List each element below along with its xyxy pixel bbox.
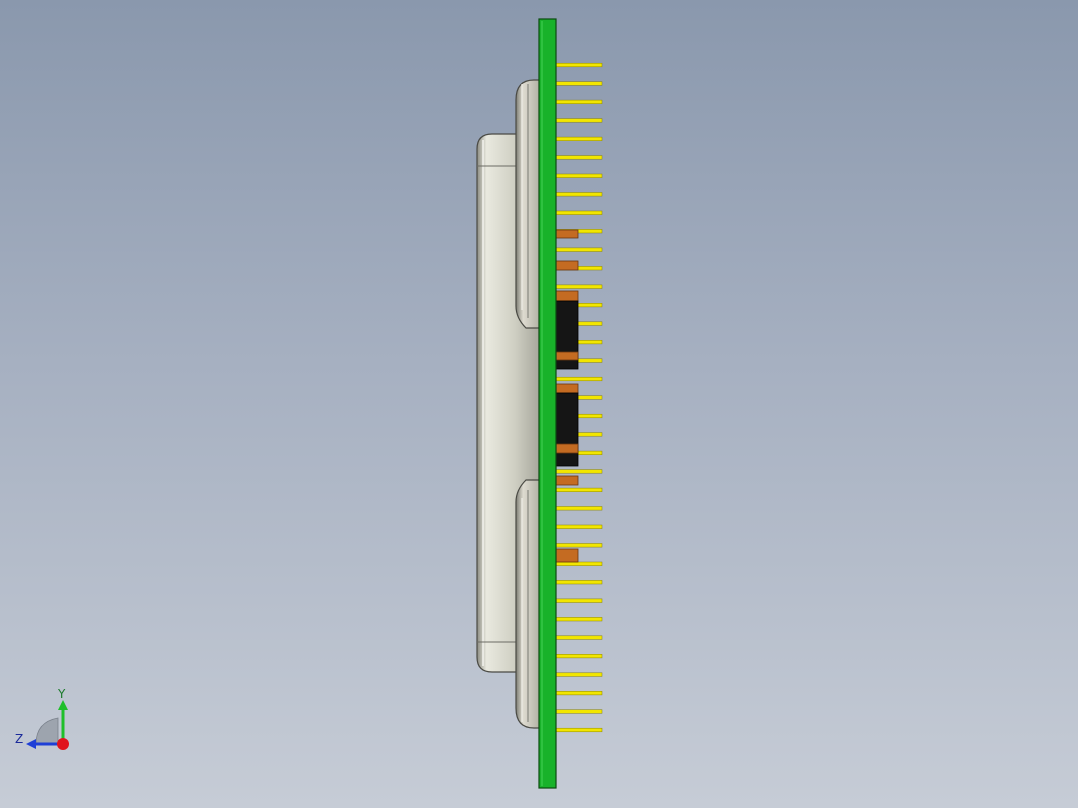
triad-plane-icon xyxy=(35,717,59,745)
header-pin xyxy=(555,99,603,104)
header-pin xyxy=(555,247,603,252)
ic-chip xyxy=(555,392,579,467)
connector-housing xyxy=(476,79,541,729)
y-axis-label: Y xyxy=(57,687,66,701)
header-pin xyxy=(555,62,603,68)
header-pin xyxy=(555,691,603,696)
pcb-board xyxy=(538,18,557,789)
header-pin xyxy=(555,506,603,511)
header-pin xyxy=(555,524,603,529)
header-pin xyxy=(555,136,603,141)
header-pin xyxy=(555,81,603,86)
capacitor xyxy=(555,351,579,361)
header-pin xyxy=(555,654,603,659)
y-arrow-icon xyxy=(58,700,68,710)
z-axis-label: Z xyxy=(15,732,23,746)
header-pin xyxy=(555,469,603,474)
z-arrow-icon xyxy=(26,739,36,749)
smd-components xyxy=(555,229,579,563)
resistor xyxy=(555,475,579,486)
header-pin xyxy=(555,617,603,622)
header-pin xyxy=(555,561,603,566)
capacitor xyxy=(555,443,579,454)
capacitor xyxy=(555,548,579,563)
header-pin xyxy=(555,210,603,215)
capacitor xyxy=(555,383,579,394)
header-pin xyxy=(555,487,603,492)
header-pin xyxy=(555,284,603,289)
header-pin xyxy=(555,543,603,548)
header-pin xyxy=(555,580,603,585)
resistor xyxy=(555,229,579,239)
header-pin xyxy=(555,155,603,160)
header-pin xyxy=(555,709,603,714)
header-pin xyxy=(555,173,603,178)
model-side-view[interactable] xyxy=(0,0,1078,808)
coordinate-triad: Y Z xyxy=(15,687,69,750)
resistor xyxy=(555,260,579,271)
header-pin xyxy=(555,598,603,603)
header-pin xyxy=(555,672,603,677)
graphics-viewport[interactable]: Y Z xyxy=(0,0,1078,808)
header-pin xyxy=(555,727,603,733)
header-pin xyxy=(555,192,603,197)
header-pin xyxy=(555,635,603,640)
x-axis-origin-icon xyxy=(57,738,69,750)
header-pin xyxy=(555,118,603,123)
capacitor xyxy=(555,290,579,302)
header-pin xyxy=(555,376,603,382)
